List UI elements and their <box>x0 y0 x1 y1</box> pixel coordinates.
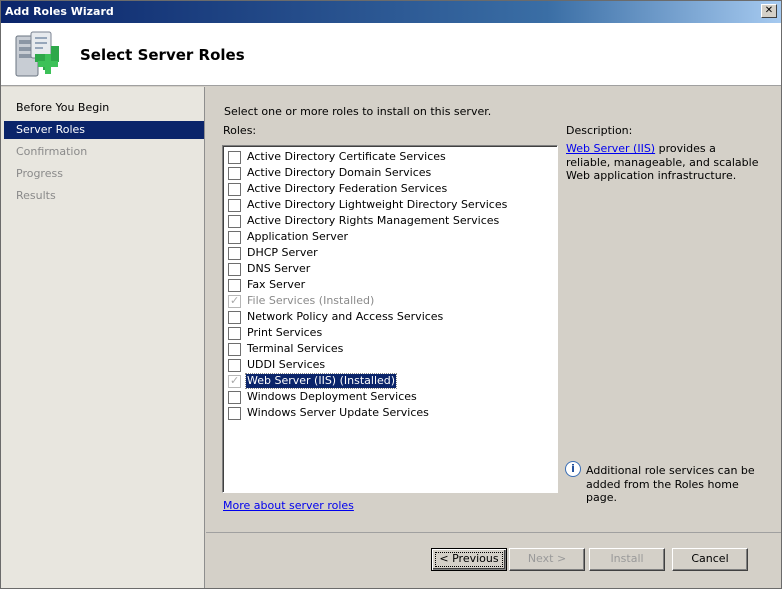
description-label: Description: <box>566 124 633 137</box>
role-label: Web Server (IIS) (Installed) <box>244 373 398 389</box>
role-checkbox[interactable] <box>228 151 241 164</box>
role-item[interactable]: DNS Server <box>227 261 547 277</box>
role-item[interactable]: DHCP Server <box>227 245 547 261</box>
role-checkbox[interactable] <box>228 279 241 292</box>
role-label: Terminal Services <box>247 342 344 355</box>
role-checkbox[interactable] <box>228 199 241 212</box>
role-item[interactable]: Active Directory Domain Services <box>227 165 547 181</box>
role-item[interactable]: Print Services <box>227 325 547 341</box>
main-content: Select one or more roles to install on t… <box>206 87 781 531</box>
checkmark-icon: ✓ <box>230 374 240 387</box>
role-label: Fax Server <box>247 278 306 291</box>
wizard-steps-sidebar: Before You Begin Server Roles Confirmati… <box>1 87 205 588</box>
step-progress: Progress <box>16 167 63 180</box>
web-server-iis-link[interactable]: Web Server (IIS) <box>566 142 655 155</box>
role-label: DNS Server <box>247 262 311 275</box>
button-bar: < Previous Next > Install Cancel <box>206 532 781 588</box>
wizard-header: Select Server Roles <box>1 23 781 86</box>
role-label: Print Services <box>247 326 323 339</box>
info-text: Additional role services can be added fr… <box>586 464 755 504</box>
role-label: DHCP Server <box>247 246 318 259</box>
instruction-text: Select one or more roles to install on t… <box>224 105 492 118</box>
role-label: Network Policy and Access Services <box>247 310 444 323</box>
install-button: Install <box>589 548 665 571</box>
window-title: Add Roles Wizard <box>5 5 114 18</box>
step-server-roles[interactable]: Server Roles <box>4 121 204 139</box>
role-label: Active Directory Rights Management Servi… <box>247 214 500 227</box>
role-item[interactable]: Active Directory Rights Management Servi… <box>227 213 547 229</box>
role-checkbox: ✓ <box>228 374 241 388</box>
role-checkbox[interactable] <box>228 167 241 180</box>
role-item[interactable]: Network Policy and Access Services <box>227 309 547 325</box>
role-checkbox[interactable] <box>228 359 241 372</box>
roles-label: Roles: <box>223 124 257 137</box>
checkmark-icon: ✓ <box>230 294 240 307</box>
role-label: File Services (Installed) <box>247 294 375 307</box>
role-label: Active Directory Lightweight Directory S… <box>247 198 508 211</box>
page-title: Select Server Roles <box>80 46 245 64</box>
roles-list[interactable]: Active Directory Certificate Services Ac… <box>222 145 558 493</box>
step-confirmation: Confirmation <box>16 145 88 158</box>
role-checkbox[interactable] <box>228 183 241 196</box>
cancel-button[interactable]: Cancel <box>672 548 748 571</box>
role-item[interactable]: UDDI Services <box>227 357 547 373</box>
role-checkbox[interactable] <box>228 407 241 420</box>
role-label: Active Directory Certificate Services <box>247 150 446 163</box>
role-item[interactable]: ✓ File Services (Installed) <box>227 293 547 309</box>
role-checkbox[interactable] <box>228 391 241 404</box>
role-checkbox: ✓ <box>228 294 241 308</box>
server-roles-icon <box>15 31 59 77</box>
role-item-selected[interactable]: ✓ Web Server (IIS) (Installed) <box>227 373 547 389</box>
role-label: Windows Server Update Services <box>247 406 429 419</box>
previous-button[interactable]: < Previous <box>431 548 507 571</box>
next-button: Next > <box>509 548 585 571</box>
role-item[interactable]: Active Directory Federation Services <box>227 181 547 197</box>
role-item[interactable]: Windows Server Update Services <box>227 405 547 421</box>
more-about-server-roles-link[interactable]: More about server roles <box>223 499 354 512</box>
role-item[interactable]: Fax Server <box>227 277 547 293</box>
role-label: Application Server <box>247 230 349 243</box>
role-label: UDDI Services <box>247 358 326 371</box>
role-item[interactable]: Windows Deployment Services <box>227 389 547 405</box>
role-checkbox[interactable] <box>228 343 241 356</box>
step-before-you-begin[interactable]: Before You Begin <box>4 99 204 117</box>
close-button[interactable]: ✕ <box>761 4 777 18</box>
role-checkbox[interactable] <box>228 247 241 260</box>
role-item[interactable]: Terminal Services <box>227 341 547 357</box>
title-bar[interactable]: Add Roles Wizard ✕ <box>1 1 781 23</box>
role-label: Active Directory Federation Services <box>247 182 448 195</box>
role-checkbox[interactable] <box>228 311 241 324</box>
role-checkbox[interactable] <box>228 263 241 276</box>
role-item[interactable]: Active Directory Certificate Services <box>227 149 547 165</box>
step-results: Results <box>16 189 56 202</box>
add-roles-wizard-window: Add Roles Wizard ✕ Select Server Roles B… <box>0 0 782 589</box>
role-checkbox[interactable] <box>228 231 241 244</box>
role-item[interactable]: Active Directory Lightweight Directory S… <box>227 197 547 213</box>
role-checkbox[interactable] <box>228 215 241 228</box>
description-text: Web Server (IIS) provides a reliable, ma… <box>566 142 761 183</box>
role-label: Active Directory Domain Services <box>247 166 432 179</box>
role-label: Windows Deployment Services <box>247 390 417 403</box>
role-checkbox[interactable] <box>228 327 241 340</box>
info-icon: i <box>565 461 581 477</box>
role-item[interactable]: Application Server <box>227 229 547 245</box>
previous-button-label: < Previous <box>432 549 506 570</box>
